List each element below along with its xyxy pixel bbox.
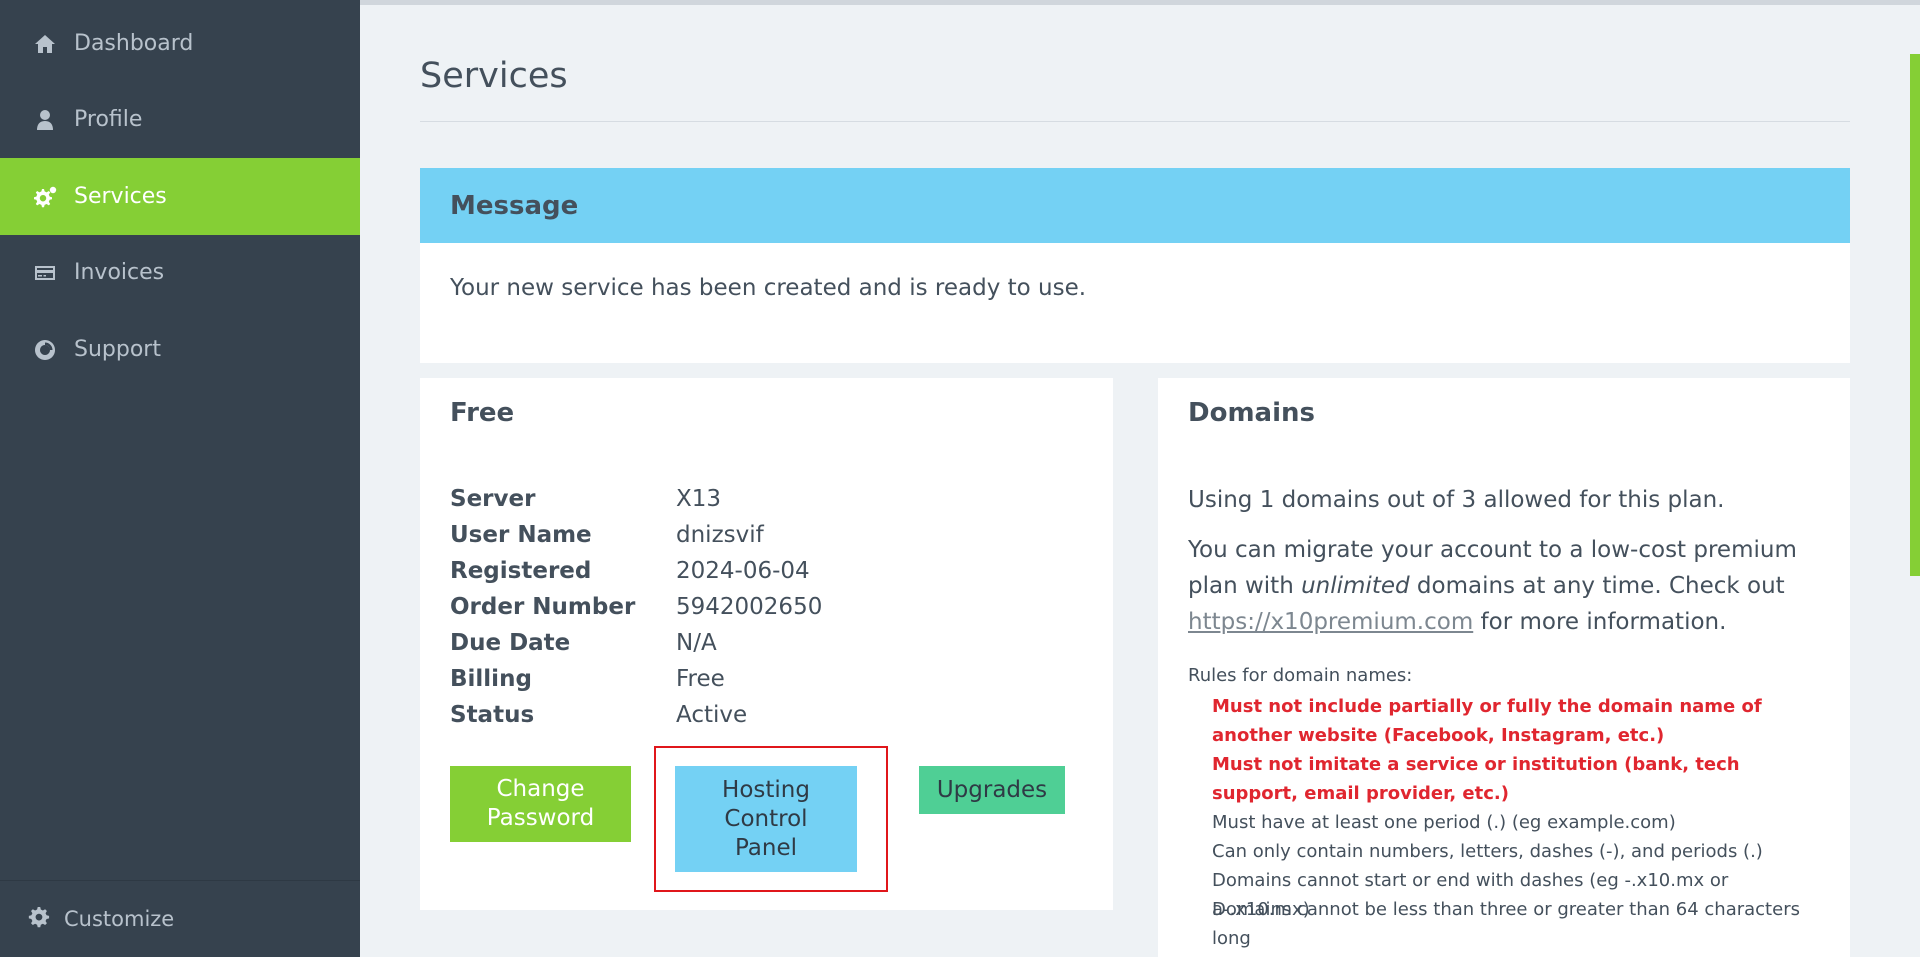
sidebar-item-services[interactable]: Services	[0, 158, 360, 235]
migrate-text: domains at any time. Check out	[1409, 573, 1785, 599]
migrate-emphasis: unlimited	[1301, 573, 1410, 599]
title-divider	[420, 121, 1850, 122]
message-body: Your new service has been created and is…	[450, 275, 1087, 301]
info-label: Registered	[450, 558, 592, 584]
rule-item: Domains cannot be less than three or gre…	[1212, 899, 1800, 949]
sidebar-item-label: Profile	[74, 107, 143, 132]
page-title: Services	[420, 56, 568, 96]
customize-label: Customize	[64, 907, 175, 931]
sidebar-item-label: Support	[74, 337, 161, 362]
gear-icon	[28, 907, 52, 931]
info-label: Order Number	[450, 594, 636, 620]
info-row-due-date: Due Date N/A	[450, 630, 1070, 666]
scrollbar-thumb[interactable]	[1910, 54, 1920, 576]
button-label: Password	[486, 805, 595, 831]
gears-icon	[32, 184, 58, 210]
sidebar: Dashboard Profile Services Invoices Supp…	[0, 0, 360, 957]
life-ring-icon	[32, 337, 58, 363]
sidebar-item-dashboard[interactable]: Dashboard	[0, 5, 360, 82]
x10premium-link[interactable]: https://x10premium.com	[1188, 609, 1473, 635]
change-password-button[interactable]: Change Password	[450, 766, 631, 842]
credit-card-icon	[32, 260, 58, 286]
info-row-server: Server X13	[450, 486, 1070, 522]
sidebar-item-profile[interactable]: Profile	[0, 81, 360, 158]
message-card: Message Your new service has been create…	[420, 168, 1850, 363]
message-heading: Message	[420, 168, 1850, 243]
info-value: 5942002650	[676, 594, 823, 620]
domains-migrate-text: You can migrate your account to a low-co…	[1188, 532, 1818, 640]
info-label: Due Date	[450, 630, 571, 656]
info-row-billing: Billing Free	[450, 666, 1070, 702]
domains-usage: Using 1 domains out of 3 allowed for thi…	[1188, 487, 1725, 513]
sidebar-item-label: Services	[74, 184, 167, 209]
button-label: Change	[496, 776, 585, 802]
info-row-registered: Registered 2024-06-04	[450, 558, 1070, 594]
domains-heading: Domains	[1188, 398, 1315, 428]
sidebar-item-label: Invoices	[74, 260, 165, 285]
upgrades-button[interactable]: Upgrades	[919, 766, 1065, 814]
info-label: Server	[450, 486, 536, 512]
rule-item: Can only contain numbers, letters, dashe…	[1212, 841, 1763, 862]
info-value: 2024-06-04	[676, 558, 810, 584]
user-icon	[32, 107, 58, 133]
sidebar-item-invoices[interactable]: Invoices	[0, 234, 360, 311]
info-label: Status	[450, 702, 535, 728]
highlight-box	[654, 746, 888, 892]
info-value: X13	[676, 486, 722, 512]
rule-item: Must not imitate a service or institutio…	[1212, 754, 1740, 804]
domains-card: Domains Using 1 domains out of 3 allowed…	[1158, 378, 1850, 957]
service-heading: Free	[450, 398, 515, 428]
customize-button[interactable]: Customize	[0, 881, 360, 957]
info-label: User Name	[450, 522, 592, 548]
info-row-order-number: Order Number 5942002650	[450, 594, 1070, 630]
home-icon	[32, 31, 58, 57]
rule-item: Must not include partially or fully the …	[1212, 696, 1762, 746]
info-label: Billing	[450, 666, 532, 692]
info-value: N/A	[676, 630, 717, 656]
top-strip	[360, 0, 1920, 5]
rules-title: Rules for domain names:	[1188, 665, 1413, 686]
info-value: Free	[676, 666, 725, 692]
sidebar-item-label: Dashboard	[74, 31, 194, 56]
info-value: Active	[676, 702, 748, 728]
sidebar-item-support[interactable]: Support	[0, 311, 360, 388]
migrate-text: for more information.	[1473, 609, 1727, 635]
info-value: dnizsvif	[676, 522, 764, 548]
button-label: Upgrades	[936, 776, 1048, 803]
info-row-username: User Name dnizsvif	[450, 522, 1070, 558]
info-row-status: Status Active	[450, 702, 1070, 738]
rule-item: Must have at least one period (.) (eg ex…	[1212, 812, 1676, 833]
